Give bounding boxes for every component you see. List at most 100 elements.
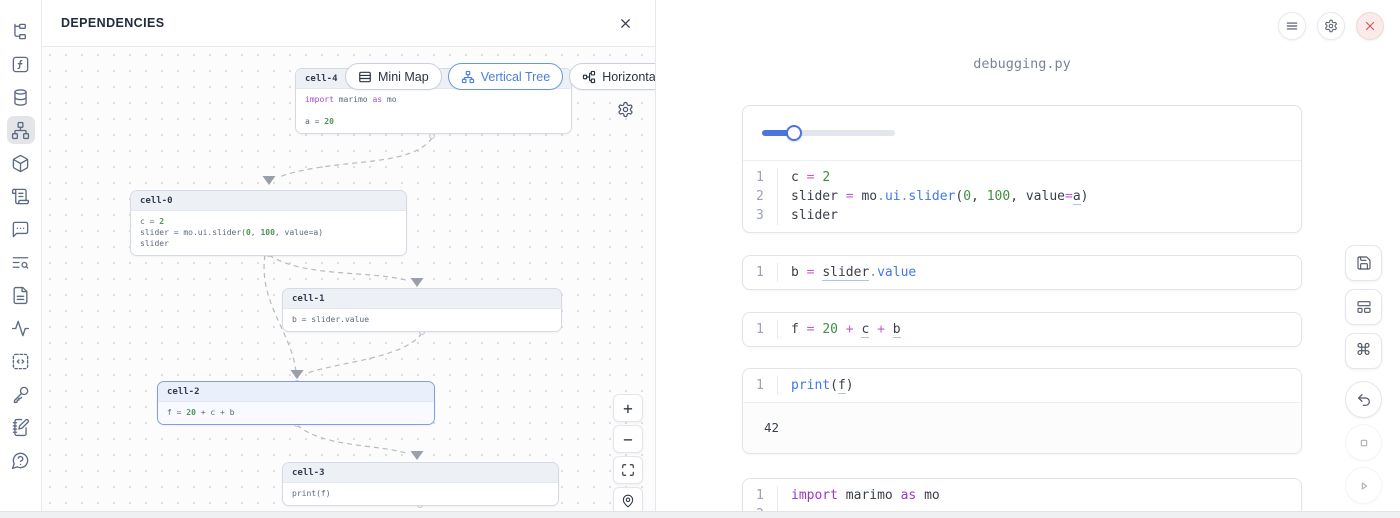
- rows-icon: [358, 70, 372, 84]
- code-token: [979, 189, 987, 204]
- save-button[interactable]: [1345, 245, 1382, 281]
- code-token: [838, 322, 846, 337]
- run-button[interactable]: [1345, 467, 1382, 504]
- graph-node-title: cell-3: [283, 463, 558, 483]
- cell-editor[interactable]: 1c = 22slider = mo.ui.slider(0, 100, val…: [743, 161, 1301, 232]
- logs-icon[interactable]: [7, 182, 35, 210]
- fit-view-button[interactable]: [613, 456, 643, 484]
- play-icon: [1356, 478, 1372, 494]
- code-token: b: [791, 265, 799, 280]
- zoom-out-button[interactable]: −: [613, 425, 643, 453]
- code-token: c: [791, 170, 799, 185]
- horizontal-tree-view-label: Horizontal Tree: [602, 70, 655, 84]
- list-search-icon[interactable]: [7, 248, 35, 276]
- code-token: [1018, 189, 1026, 204]
- database-icon[interactable]: [7, 83, 35, 111]
- bottom-scrollbar-track[interactable]: [0, 511, 1400, 518]
- minimap-view-button[interactable]: Mini Map: [345, 63, 442, 90]
- code-token: ): [846, 378, 854, 393]
- graph-node-code: print(f): [283, 483, 558, 505]
- graph-node-cell-0[interactable]: cell-0c = 2slider = mo.ui.slider(0, 100,…: [130, 190, 407, 256]
- layout-toggle-button[interactable]: [1345, 289, 1382, 325]
- settings-button[interactable]: [1317, 12, 1345, 40]
- code-token: [799, 265, 807, 280]
- cell-editor[interactable]: 1print(f): [743, 369, 1301, 402]
- graph-node-cell-2[interactable]: cell-2f = 20 + c + b: [157, 381, 435, 425]
- line-number: 1: [743, 320, 777, 339]
- save-icon: [1356, 255, 1372, 271]
- cell-console-output: 42: [743, 402, 1301, 453]
- slider-widget[interactable]: [762, 130, 895, 136]
- code-token: [893, 488, 901, 503]
- secrets-icon[interactable]: [7, 380, 35, 408]
- packages-icon[interactable]: [7, 149, 35, 177]
- cell-tree-icon[interactable]: [7, 17, 35, 45]
- snippets-icon[interactable]: [7, 347, 35, 375]
- code-token: mo: [861, 189, 877, 204]
- graph-settings-gear-icon[interactable]: [617, 101, 634, 123]
- code-token: as: [372, 95, 382, 104]
- locate-node-button[interactable]: [613, 487, 643, 511]
- line-number: 1: [743, 376, 777, 395]
- code-token: [799, 170, 807, 185]
- cell-editor[interactable]: 1b = slider.value: [743, 256, 1301, 289]
- code-token: mo: [924, 488, 940, 503]
- code-token: ): [1081, 189, 1089, 204]
- function-icon[interactable]: [7, 50, 35, 78]
- code-token: ,: [251, 228, 261, 237]
- help-icon[interactable]: [7, 446, 35, 474]
- shutdown-button[interactable]: [1356, 12, 1384, 40]
- code-token: marimo: [846, 488, 893, 503]
- code-token: + c + b: [196, 408, 235, 417]
- fullscreen-icon: [621, 463, 635, 477]
- code-token: a: [1073, 189, 1081, 205]
- slider-handle[interactable]: [786, 125, 802, 141]
- notebook-cell[interactable]: 1f = 20 + c + b: [742, 312, 1302, 347]
- cell-editor[interactable]: 1f = 20 + c + b: [743, 313, 1301, 346]
- code-token: value: [877, 265, 916, 280]
- code-token: +: [877, 322, 885, 337]
- menu-button[interactable]: [1278, 12, 1306, 40]
- code-token: 20: [822, 322, 838, 337]
- chat-icon[interactable]: [7, 215, 35, 243]
- notebook-topbar: [1278, 12, 1384, 40]
- graph-node-cell-1[interactable]: cell-1b = slider.value: [282, 288, 562, 332]
- code-token: [838, 189, 846, 204]
- graph-view-toolbar: Mini Map Vertical Tree Horizontal Tree: [345, 63, 655, 90]
- graph-node-title: cell-1: [283, 289, 561, 309]
- dependencies-panel: DEPENDENCIES cell-4import marimo as moa …: [42, 0, 656, 511]
- code-token: .: [877, 189, 885, 204]
- code-token: f: [791, 322, 799, 337]
- code-token: +: [846, 322, 854, 337]
- vertical-tree-icon: [461, 70, 475, 84]
- code-token: ,: [971, 189, 979, 204]
- notebook-cell[interactable]: 1c = 22slider = mo.ui.slider(0, 100, val…: [742, 105, 1302, 233]
- dependency-graph-icon[interactable]: [7, 116, 35, 144]
- close-icon[interactable]: [614, 12, 636, 34]
- code-token: as: [901, 488, 917, 503]
- horizontal-tree-view-button[interactable]: Horizontal Tree: [569, 63, 655, 90]
- code-token: , value=a): [275, 228, 323, 237]
- code-token: 100: [987, 189, 1010, 204]
- stop-button[interactable]: [1345, 424, 1382, 461]
- undo-button[interactable]: [1345, 381, 1382, 418]
- graph-node-code: f = 20 + c + b: [158, 402, 434, 424]
- code-token: value: [1026, 189, 1065, 204]
- vertical-tree-view-button[interactable]: Vertical Tree: [448, 63, 563, 90]
- zoom-in-button[interactable]: +: [613, 394, 643, 422]
- code-token: [838, 488, 846, 503]
- documentation-icon[interactable]: [7, 281, 35, 309]
- tracing-icon[interactable]: [7, 314, 35, 342]
- notebook-panel: debugging.py 1c = 22slider = mo.ui.slide…: [660, 0, 1400, 511]
- scratchpad-icon[interactable]: [7, 413, 35, 441]
- code-token: ui: [885, 189, 901, 204]
- dependency-graph-canvas[interactable]: cell-4import marimo as moa = 20cell-0c =…: [42, 47, 655, 511]
- graph-node-cell-3[interactable]: cell-3print(f): [282, 462, 559, 506]
- graph-node-code: c = 2slider = mo.ui.slider(0, 100, value…: [131, 211, 406, 255]
- command-palette-button[interactable]: ⌘: [1345, 333, 1382, 369]
- line-number: 1: [743, 486, 777, 505]
- notebook-cell[interactable]: 1b = slider.value: [742, 255, 1302, 290]
- code-token: slider: [791, 189, 838, 204]
- notebook-cell[interactable]: 1print(f)42: [742, 368, 1302, 454]
- code-token: c =: [140, 217, 159, 226]
